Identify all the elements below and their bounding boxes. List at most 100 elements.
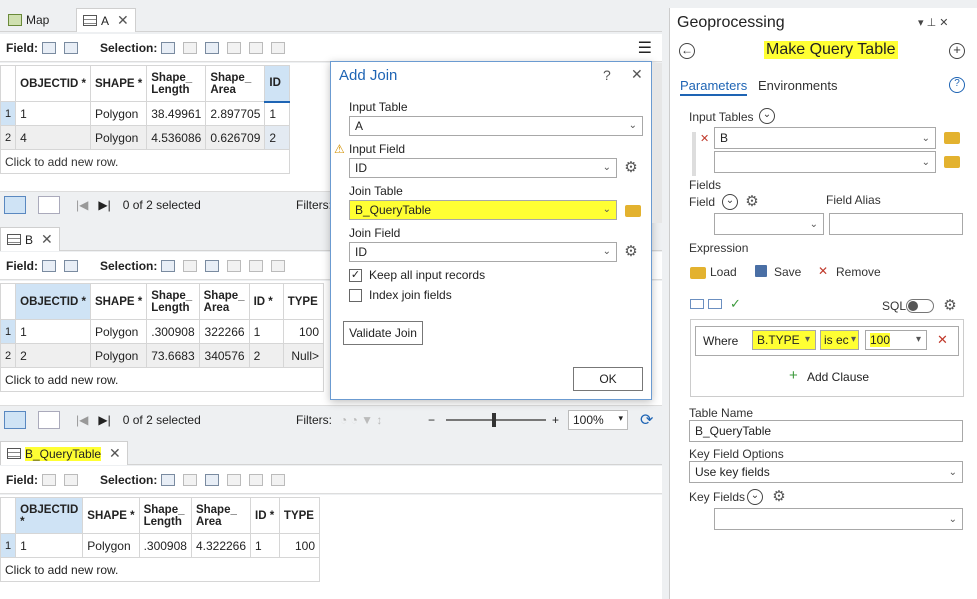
last-record-icon[interactable]: ▶| (98, 198, 110, 212)
add-row[interactable]: Click to add new row. (0, 367, 324, 392)
delete-selection-icon[interactable] (249, 259, 264, 272)
zoom-slider-thumb[interactable] (492, 413, 496, 427)
selected-view-icon[interactable] (38, 195, 60, 214)
column-header[interactable]: TYPE (282, 283, 325, 320)
verify-icon[interactable]: ✓ (730, 296, 741, 312)
add-field-icon[interactable] (42, 41, 56, 54)
gear-icon[interactable]: ⚙ (771, 489, 787, 505)
field-alias-input[interactable] (829, 213, 963, 235)
input-table-2[interactable]: ⌄ (714, 151, 936, 173)
column-header[interactable]: ID * (248, 283, 284, 320)
folder-icon[interactable] (944, 156, 960, 168)
close-icon[interactable]: ✕ (117, 12, 129, 29)
column-header[interactable]: Shape_ Area (190, 497, 252, 534)
switch-selection-icon[interactable] (205, 259, 220, 272)
zoom-select[interactable]: 100% ▾ (568, 410, 628, 430)
zoom-to-icon[interactable] (183, 473, 198, 486)
copy-selection-icon[interactable] (271, 41, 286, 54)
table-view-icon[interactable] (4, 410, 26, 429)
add-row[interactable]: Click to add new row. (0, 557, 320, 582)
menu-icon[interactable]: ☰ (638, 38, 652, 58)
calculate-field-icon[interactable] (64, 473, 78, 486)
zoom-to-icon[interactable] (183, 41, 198, 54)
table-name-input[interactable]: B_QueryTable (689, 420, 963, 442)
column-header[interactable]: OBJECTID * (15, 283, 91, 320)
gear-icon[interactable]: ⚙ (942, 298, 958, 314)
table-row[interactable]: 1 1 Polygon 38.49961 2.897705 1 (0, 101, 290, 126)
add-row[interactable]: Click to add new row. (0, 149, 290, 174)
sql-mode-icon[interactable] (708, 299, 722, 309)
add-field-icon[interactable] (42, 473, 56, 486)
key-fields-select[interactable]: ⌄ (714, 508, 963, 530)
remove-row-icon[interactable]: ✕ (700, 132, 709, 145)
calculate-field-icon[interactable] (64, 259, 78, 272)
zoom-to-icon[interactable] (183, 259, 198, 272)
calculate-field-icon[interactable] (64, 41, 78, 54)
gear-icon[interactable]: ⚙ (744, 194, 760, 210)
delete-clause-icon[interactable]: ✕ (937, 332, 948, 348)
clear-selection-icon[interactable] (227, 473, 242, 486)
help-icon[interactable]: ? (603, 67, 611, 83)
switch-selection-icon[interactable] (205, 473, 220, 486)
tab-environments[interactable]: Environments (758, 78, 837, 93)
close-icon[interactable]: ✕ (41, 231, 53, 248)
field-select[interactable]: ⌄ (714, 213, 824, 235)
join-table-select[interactable]: B_QueryTable ⌄ (349, 200, 617, 220)
folder-icon[interactable] (944, 132, 960, 144)
index-join-checkbox[interactable] (349, 289, 362, 302)
column-header[interactable]: OBJECTID * (15, 65, 91, 102)
clear-selection-icon[interactable] (227, 41, 242, 54)
column-header[interactable]: Shape_ Area (205, 65, 266, 102)
select-by-attributes-icon[interactable] (161, 259, 176, 272)
clear-selection-icon[interactable] (227, 259, 242, 272)
zoom-out-icon[interactable]: − (428, 413, 435, 427)
column-header[interactable]: ID (264, 65, 290, 103)
add-icon[interactable]: + (949, 43, 965, 59)
table-view-icon[interactable] (4, 195, 26, 214)
load-button[interactable]: Load (710, 265, 737, 279)
select-by-attributes-icon[interactable] (161, 41, 176, 54)
zoom-slider[interactable] (446, 419, 546, 421)
save-button[interactable]: Save (774, 265, 801, 279)
copy-selection-icon[interactable] (271, 473, 286, 486)
input-table-1[interactable]: B ⌄ (714, 127, 936, 149)
column-header[interactable]: OBJECTID * (15, 497, 84, 534)
keep-all-checkbox[interactable]: ✓ (349, 269, 362, 282)
selected-view-icon[interactable] (38, 410, 60, 429)
filter-icon[interactable]: ◔ ◔ ▼ ↕ (340, 413, 382, 427)
column-header[interactable]: TYPE (278, 497, 321, 534)
add-field-icon[interactable] (42, 259, 56, 272)
gear-icon[interactable]: ⚙ (623, 244, 639, 260)
back-icon[interactable]: ← (679, 43, 695, 59)
chevron-down-icon[interactable]: ⌄ (722, 194, 738, 210)
column-header[interactable]: Shape_ Area (198, 283, 250, 320)
table-row[interactable]: 2 4 Polygon 4.536086 0.626709 2 (0, 125, 290, 150)
drag-handle[interactable] (692, 132, 696, 176)
table-row[interactable]: 1 1 Polygon .300908 4.322266 1 100 (0, 533, 321, 558)
first-record-icon[interactable]: |◀ (76, 198, 88, 212)
ok-button[interactable]: OK (573, 367, 643, 391)
input-table-select[interactable]: A ⌄ (349, 116, 643, 136)
column-header[interactable]: Shape_ Length (138, 497, 192, 534)
clause-value-select[interactable]: 100 ▾ (865, 330, 927, 350)
refresh-icon[interactable]: ⟳ (640, 410, 653, 430)
tab-table-b[interactable]: B ✕ (0, 227, 60, 251)
column-header[interactable]: SHAPE * (82, 497, 140, 534)
copy-selection-icon[interactable] (271, 259, 286, 272)
last-record-icon[interactable]: ▶| (98, 413, 110, 427)
add-clause-button[interactable]: Add Clause (807, 370, 869, 384)
folder-icon[interactable] (625, 205, 641, 217)
column-header[interactable]: SHAPE * (89, 65, 148, 102)
column-header[interactable]: SHAPE * (89, 283, 148, 320)
close-icon[interactable]: ✕ (109, 445, 121, 462)
key-field-options-select[interactable]: Use key fields ⌄ (689, 461, 963, 483)
gear-icon[interactable]: ⚙ (623, 160, 639, 176)
zoom-in-icon[interactable]: + (552, 413, 559, 427)
validate-join-button[interactable]: Validate Join (343, 321, 423, 345)
first-record-icon[interactable]: |◀ (76, 413, 88, 427)
column-header[interactable]: Shape_ Length (146, 65, 207, 102)
chevron-down-icon[interactable]: ⌄ (759, 108, 775, 124)
help-icon[interactable]: ? (949, 77, 965, 93)
table-row[interactable]: 1 1 Polygon .300908 322266 1 100 (0, 319, 325, 344)
switch-selection-icon[interactable] (205, 41, 220, 54)
